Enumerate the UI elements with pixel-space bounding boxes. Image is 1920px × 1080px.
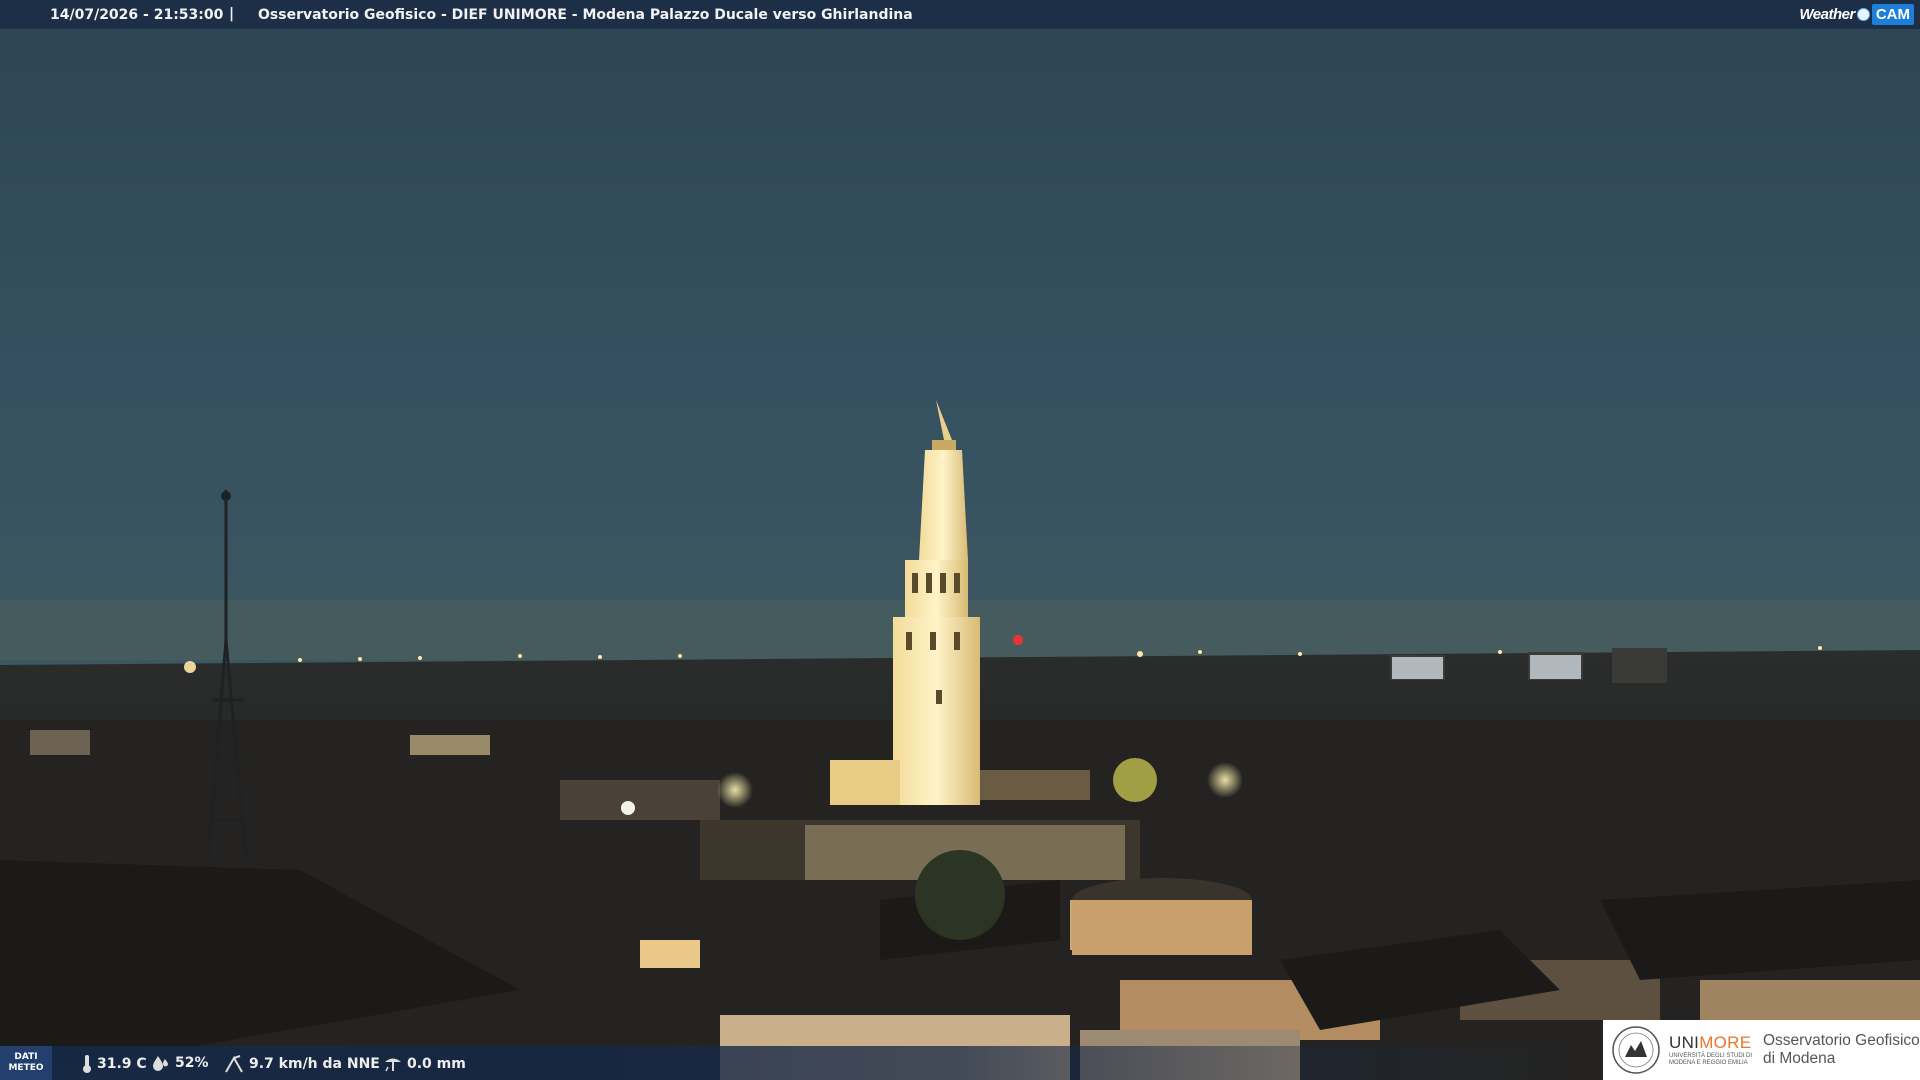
observatory-name: Osservatorio Geofisico di Modena [1763, 1032, 1920, 1068]
unimore-name: UNIMORE [1669, 1033, 1755, 1053]
unimore-brand: UNIMORE UNIVERSITÀ DEGLI STUDI DI MODENA… [1669, 1033, 1755, 1067]
camera-title: Osservatorio Geofisico - DIEF UNIMORE - … [258, 7, 913, 23]
observatory-line1: Osservatorio Geofisico [1763, 1032, 1920, 1049]
humidity-drop-icon [153, 1056, 168, 1071]
temperature-readout: 31.9 C [82, 1055, 147, 1073]
weathercam-logo[interactable]: Weather CAM [1799, 0, 1920, 29]
caption-separator: | [229, 6, 235, 22]
rain-gauge-icon [385, 1058, 401, 1072]
observatory-line2: di Modena [1763, 1050, 1836, 1067]
wind-value: 9.7 km/h da NNE [249, 1056, 380, 1072]
weathercam-dot-icon [1856, 8, 1870, 21]
logo-text-weather: Weather [1799, 6, 1855, 23]
unimore-name-uni: UNI [1669, 1033, 1700, 1052]
rain-readout: 0.0 mm [384, 1055, 466, 1073]
unimore-name-more: MORE [1699, 1033, 1752, 1052]
webcam-image [0, 0, 1920, 1080]
wind-readout: 9.7 km/h da NNE [224, 1055, 380, 1073]
unimore-seal-icon [1612, 1026, 1660, 1074]
humidity-value: 52% [175, 1055, 209, 1071]
humidity-readout: 52% [152, 1055, 209, 1071]
unimore-subtitle: UNIVERSITÀ DEGLI STUDI DI MODENA E REGGI… [1669, 1053, 1753, 1066]
temperature-value: 31.9 C [97, 1056, 147, 1072]
caption-bar: 14/07/2026 - 21:53:00 | Osservatorio Geo… [0, 0, 1920, 29]
thermometer-icon [83, 1055, 91, 1073]
dati-meteo-badge: DATI METEO [0, 1046, 52, 1080]
meteo-label: METEO [8, 1063, 44, 1073]
dati-label: DATI [14, 1052, 38, 1062]
rain-value: 0.0 mm [407, 1056, 466, 1072]
unimore-logo-box[interactable]: UNIMORE UNIVERSITÀ DEGLI STUDI DI MODENA… [1603, 1020, 1920, 1080]
weather-data-bar: DATI METEO 31.9 C 52% 9.7 km/h da NNE 0.… [0, 1046, 1600, 1080]
logo-text-cam: CAM [1871, 4, 1914, 25]
timestamp: 14/07/2026 - 21:53:00 [50, 7, 224, 23]
wind-icon [225, 1055, 243, 1073]
